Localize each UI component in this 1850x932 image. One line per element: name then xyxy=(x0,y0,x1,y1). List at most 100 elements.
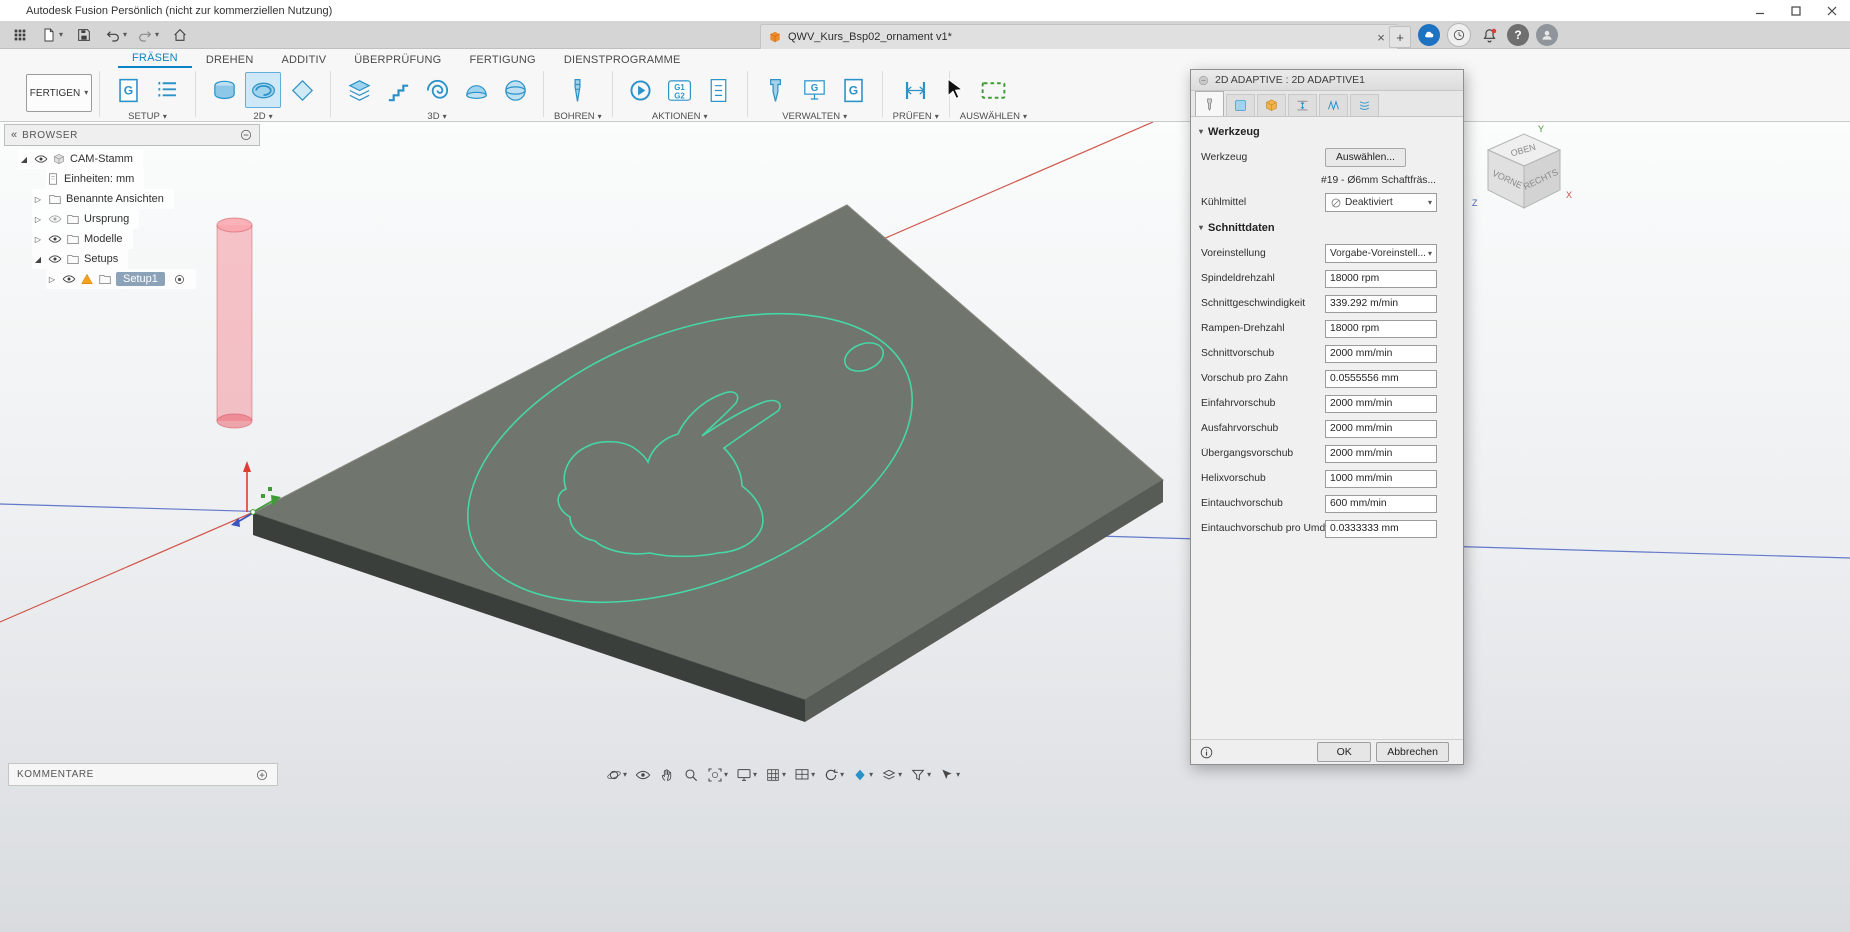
selected-item-label[interactable]: Setup1 xyxy=(116,272,165,286)
look-at-button[interactable] xyxy=(631,764,655,786)
expand-toggle-icon[interactable]: ▷ xyxy=(32,215,44,224)
section-collapse-icon[interactable]: ▾ xyxy=(1199,128,1203,136)
3d-spiral-button[interactable] xyxy=(419,72,455,108)
einfahrvorschub-input[interactable] xyxy=(1325,395,1437,413)
browser-item-setup1[interactable]: ▷ Setup1 xyxy=(46,269,196,289)
select-button[interactable] xyxy=(975,72,1011,108)
grid-settings-button[interactable]: ▾ xyxy=(761,764,790,786)
expand-toggle-icon[interactable]: ▷ xyxy=(46,275,58,284)
cancel-button[interactable]: Abbrechen xyxy=(1376,742,1449,762)
2d-pocket-button[interactable] xyxy=(206,72,242,108)
viewports-button[interactable]: ▾ xyxy=(790,764,819,786)
expand-toggle-icon[interactable]: ▷ xyxy=(32,235,44,244)
tool-library-button[interactable] xyxy=(758,72,794,108)
visibility-eye-icon[interactable] xyxy=(62,272,76,286)
2d-adaptive-button[interactable] xyxy=(245,72,281,108)
visibility-eye-icon[interactable] xyxy=(34,152,48,166)
tab-dienstprogramme[interactable]: DIENSTPROGRAMME xyxy=(550,51,695,68)
3d-contour-button[interactable] xyxy=(497,72,533,108)
setup-list-button[interactable] xyxy=(149,72,185,108)
add-comment-icon[interactable] xyxy=(255,768,269,782)
user-avatar[interactable] xyxy=(1536,24,1558,46)
display-settings-button[interactable]: ▾ xyxy=(732,764,761,786)
effects-button[interactable]: ▾ xyxy=(848,764,877,786)
tab-geometrie[interactable] xyxy=(1226,94,1255,116)
uebergangsvorschub-input[interactable] xyxy=(1325,445,1437,463)
minimize-button[interactable] xyxy=(1742,0,1778,21)
pruefen-dropdown[interactable]: PRÜFEN▾ xyxy=(893,111,939,122)
tab-hoehen[interactable] xyxy=(1257,94,1286,116)
setup-dropdown[interactable]: SETUP▾ xyxy=(128,111,167,122)
comments-panel[interactable]: KOMMENTARE xyxy=(8,763,278,786)
simulate-button[interactable] xyxy=(623,72,659,108)
document-tab[interactable]: QWV_Kurs_Bsp02_ornament v1* × xyxy=(760,24,1398,49)
machine-library-button[interactable] xyxy=(797,72,833,108)
dialog-header[interactable]: 2D ADAPTIVE : 2D ADAPTIVE1 xyxy=(1191,70,1463,91)
helixvorschub-input[interactable] xyxy=(1325,470,1437,488)
close-button[interactable] xyxy=(1814,0,1850,21)
3d-dropdown[interactable]: 3D▾ xyxy=(427,111,446,122)
browser-item-cam-stamm[interactable]: ◢ CAM-Stamm xyxy=(18,149,143,169)
visual-style-button[interactable]: ▾ xyxy=(877,764,906,786)
refresh-button[interactable]: ▾ xyxy=(819,764,848,786)
measure-button[interactable] xyxy=(898,72,934,108)
drill-button[interactable] xyxy=(560,72,596,108)
help-button[interactable]: ? xyxy=(1507,24,1529,46)
expand-toggle-icon[interactable]: ▷ xyxy=(32,195,44,204)
tab-fraesen[interactable]: FRÄSEN xyxy=(118,49,192,68)
notifications-button[interactable] xyxy=(1478,24,1500,46)
job-status-button[interactable] xyxy=(1447,23,1471,47)
app-grid-button[interactable] xyxy=(4,23,36,47)
tab-werkzeug[interactable] xyxy=(1195,91,1224,116)
maximize-button[interactable] xyxy=(1778,0,1814,21)
rampen-drehzahl-input[interactable] xyxy=(1325,320,1437,338)
coolant-dropdown[interactable]: Deaktiviert ▾ xyxy=(1325,193,1437,212)
section-werkzeug[interactable]: ▾ Werkzeug xyxy=(1191,119,1463,145)
tab-bahnen[interactable] xyxy=(1288,94,1317,116)
post-process-button[interactable] xyxy=(662,72,698,108)
extensions-button[interactable] xyxy=(1418,24,1440,46)
bohren-dropdown[interactable]: BOHREN▾ xyxy=(554,111,602,122)
schnittgeschwindigkeit-input[interactable] xyxy=(1325,295,1437,313)
file-menu-button[interactable]: ▾ xyxy=(36,23,68,47)
eintauchvorschub-pro-umdrehung-input[interactable] xyxy=(1325,520,1437,538)
tab-additiv[interactable]: ADDITIV xyxy=(267,51,340,68)
2d-dropdown[interactable]: 2D▾ xyxy=(253,111,272,122)
zoom-button[interactable] xyxy=(679,764,703,786)
visibility-eye-icon[interactable] xyxy=(48,252,62,266)
schnittvorschub-input[interactable] xyxy=(1325,345,1437,363)
expand-toggle-icon[interactable]: ◢ xyxy=(18,155,30,164)
visibility-eye-icon[interactable] xyxy=(48,212,62,226)
auswaehlen-dropdown[interactable]: AUSWÄHLEN▾ xyxy=(960,111,1027,122)
3d-pocket-button[interactable] xyxy=(380,72,416,108)
section-collapse-icon[interactable]: ▾ xyxy=(1199,224,1203,232)
visibility-eye-icon[interactable] xyxy=(48,232,62,246)
viewport[interactable] xyxy=(0,122,1850,932)
fit-button[interactable]: ▾ xyxy=(703,764,732,786)
undo-button[interactable]: ▾ xyxy=(100,23,132,47)
spindeldrehzahl-input[interactable] xyxy=(1325,270,1437,288)
setup-sheet-button[interactable] xyxy=(701,72,737,108)
browser-header[interactable]: « BROWSER xyxy=(4,124,260,146)
browser-item-ursprung[interactable]: ▷ Ursprung xyxy=(32,209,139,229)
redo-button[interactable]: ▾ xyxy=(132,23,164,47)
home-button[interactable] xyxy=(164,23,196,47)
2d-chamfer-button[interactable] xyxy=(284,72,320,108)
vorschub-pro-zahn-input[interactable] xyxy=(1325,370,1437,388)
new-setup-button[interactable] xyxy=(110,72,146,108)
close-tab-icon[interactable]: × xyxy=(1372,28,1390,46)
pan-button[interactable] xyxy=(655,764,679,786)
tab-drehen[interactable]: DREHEN xyxy=(192,51,268,68)
tab-fertigung[interactable]: FERTIGUNG xyxy=(455,51,549,68)
collapse-panel-icon[interactable]: « xyxy=(11,129,16,141)
verwalten-dropdown[interactable]: VERWALTEN▾ xyxy=(782,111,847,122)
selection-tools-button[interactable]: ▾ xyxy=(935,764,964,786)
browser-item-modelle[interactable]: ▷ Modelle xyxy=(32,229,133,249)
tab-passes[interactable] xyxy=(1319,94,1348,116)
view-cube[interactable]: OBEN VORNE RECHTS Y X Z xyxy=(1468,124,1578,220)
new-tab-button[interactable]: + xyxy=(1389,26,1411,48)
filter-button[interactable]: ▾ xyxy=(906,764,935,786)
browser-item-setups[interactable]: ◢ Setups xyxy=(32,249,128,269)
fertigen-button[interactable]: FERTIGEN▾ xyxy=(26,74,92,112)
ausfahrvorschub-input[interactable] xyxy=(1325,420,1437,438)
